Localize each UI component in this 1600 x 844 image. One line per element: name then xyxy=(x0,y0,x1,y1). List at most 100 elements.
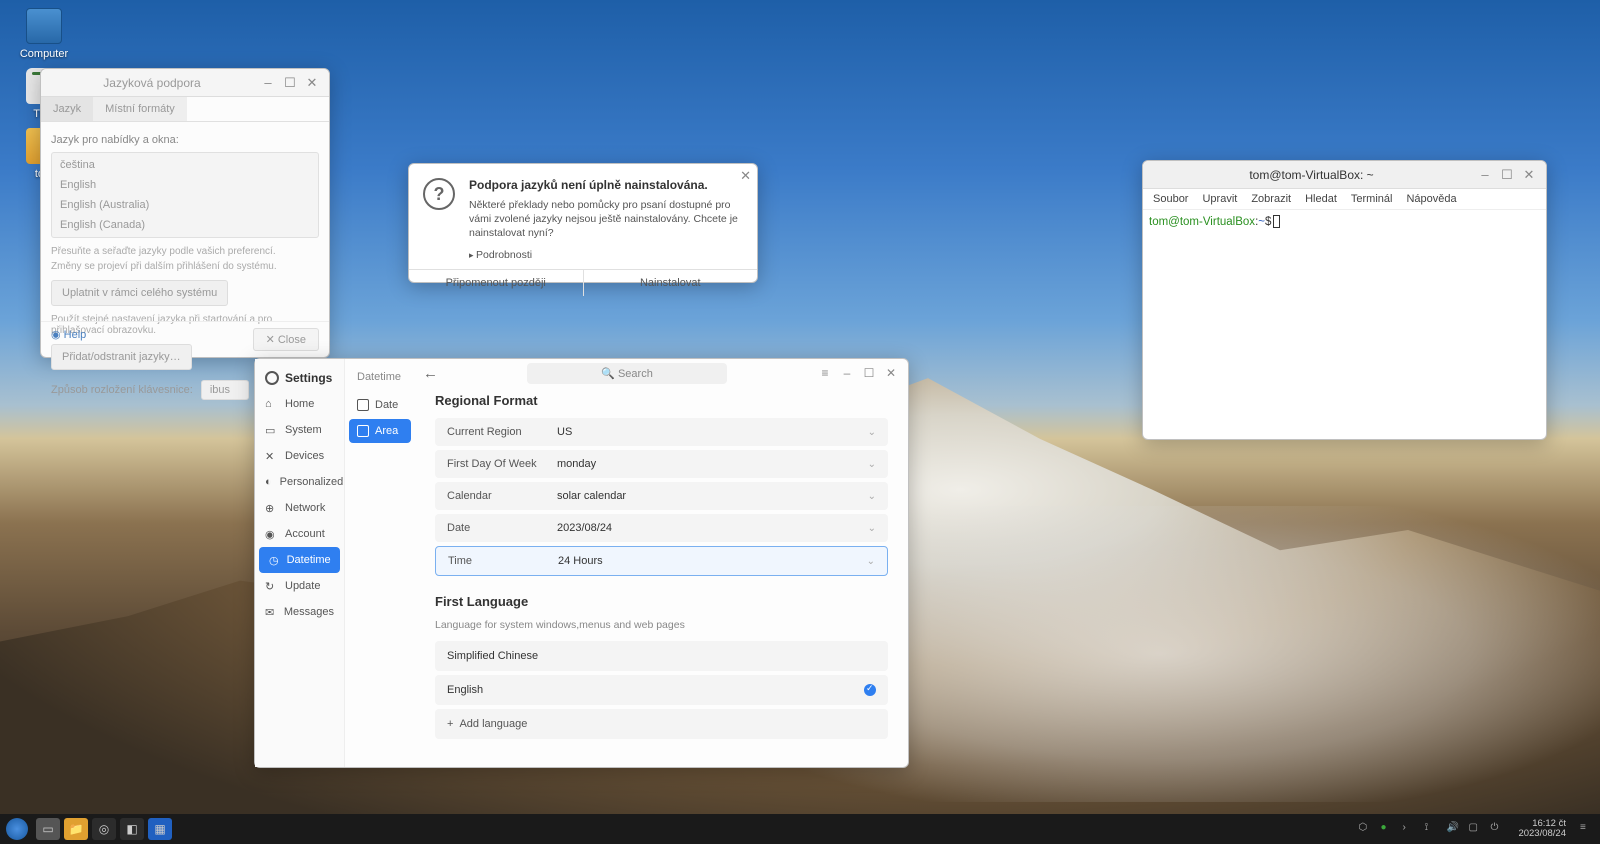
tray-icon[interactable]: ⬡ xyxy=(1358,822,1372,836)
minimize-button[interactable]: – xyxy=(257,72,279,94)
personalized-icon: ◐ xyxy=(265,476,272,488)
menu-help[interactable]: Nápověda xyxy=(1406,193,1456,205)
subsidebar-header: Datetime xyxy=(349,367,411,387)
update-icon: ↻ xyxy=(265,580,277,592)
language-item[interactable]: čeština xyxy=(52,155,318,175)
cursor xyxy=(1273,215,1280,228)
help-button[interactable]: ◉ Help xyxy=(51,328,86,351)
home-icon: ⌂ xyxy=(265,398,277,410)
close-button-footer[interactable]: ✕ Close xyxy=(253,328,319,351)
tray-network-icon[interactable]: ⟟ xyxy=(1424,822,1438,836)
taskbar-taskview[interactable]: ▭ xyxy=(36,818,60,840)
close-button[interactable]: ✕ xyxy=(882,366,900,380)
close-button[interactable]: ✕ xyxy=(1518,164,1540,186)
tray-show-desktop[interactable]: ≡ xyxy=(1580,822,1594,836)
menu-search[interactable]: Hledat xyxy=(1305,193,1337,205)
close-icon[interactable]: ✕ xyxy=(740,168,751,184)
subsidebar-item-date[interactable]: Date xyxy=(349,393,411,417)
window-title: Jazyková podpora xyxy=(47,76,257,90)
terminal-window: tom@tom-VirtualBox: ~ – ☐ ✕ Soubor Uprav… xyxy=(1142,160,1547,440)
current-region-row[interactable]: Current RegionUS⌄ xyxy=(435,418,888,446)
tray-volume-icon[interactable]: 🔊 xyxy=(1446,822,1460,836)
language-option-en[interactable]: English xyxy=(435,675,888,705)
remind-later-button[interactable]: Připomenout později xyxy=(409,270,583,296)
datetime-icon: ◷ xyxy=(269,554,279,566)
tab-regional-formats[interactable]: Místní formáty xyxy=(93,97,187,121)
menu-edit[interactable]: Upravit xyxy=(1202,193,1237,205)
menu-terminal[interactable]: Terminál xyxy=(1351,193,1393,205)
language-list[interactable]: čeština English English (Australia) Engl… xyxy=(51,152,319,238)
install-button[interactable]: Nainstalovat xyxy=(583,270,758,296)
date-row[interactable]: Date2023/08/24⌄ xyxy=(435,514,888,542)
system-icon: ▭ xyxy=(265,424,277,436)
calendar-icon xyxy=(357,399,369,411)
titlebar[interactable]: tom@tom-VirtualBox: ~ – ☐ ✕ xyxy=(1143,161,1546,189)
tray-notification-icon[interactable]: ▢ xyxy=(1468,822,1482,836)
settings-sidebar: Settings ⌂Home ▭System ✕Devices ◐Persona… xyxy=(255,359,345,767)
terminal-body[interactable]: tom@tom-VirtualBox:~$ xyxy=(1143,210,1546,232)
chevron-down-icon: ⌄ xyxy=(868,427,876,438)
dialog-text: Některé překlady nebo pomůcky pro psaní … xyxy=(469,198,743,241)
sidebar-item-personalized[interactable]: ◐Personalized xyxy=(255,469,344,495)
tray-icon[interactable]: ● xyxy=(1380,822,1394,836)
language-item[interactable]: English (Canada) xyxy=(52,215,318,235)
regional-format-title: Regional Format xyxy=(435,393,888,408)
clock-date: 2023/08/24 xyxy=(1518,829,1566,839)
sidebar-item-messages[interactable]: ✉Messages xyxy=(255,599,344,625)
settings-subsidebar: Datetime Date Area xyxy=(345,359,415,767)
maximize-button[interactable]: ☐ xyxy=(860,366,878,380)
sidebar-item-update[interactable]: ↻Update xyxy=(255,573,344,599)
language-support-window: Jazyková podpora – ☐ ✕ Jazyk Místní form… xyxy=(40,68,330,358)
sidebar-item-datetime[interactable]: ◷Datetime xyxy=(259,547,340,573)
sidebar-item-home[interactable]: ⌂Home xyxy=(255,391,344,417)
taskbar-app2[interactable]: ◧ xyxy=(120,818,144,840)
taskbar-app1[interactable]: ◎ xyxy=(92,818,116,840)
time-row[interactable]: Time24 Hours⌄ xyxy=(435,546,888,576)
titlebar[interactable]: Jazyková podpora – ☐ ✕ xyxy=(41,69,329,97)
tray-chevron-icon[interactable]: › xyxy=(1402,822,1416,836)
tab-language[interactable]: Jazyk xyxy=(41,97,93,121)
maximize-button[interactable]: ☐ xyxy=(1496,164,1518,186)
subsidebar-item-area[interactable]: Area xyxy=(349,419,411,443)
language-item[interactable]: English xyxy=(52,175,318,195)
sidebar-item-account[interactable]: ◉Account xyxy=(255,521,344,547)
language-item[interactable]: English (Australia) xyxy=(52,195,318,215)
close-button[interactable]: ✕ xyxy=(301,72,323,94)
start-button[interactable] xyxy=(6,818,28,840)
menu-file[interactable]: Soubor xyxy=(1153,193,1188,205)
taskbar-app3[interactable]: ▦ xyxy=(148,818,172,840)
first-day-row[interactable]: First Day Of Weekmonday⌄ xyxy=(435,450,888,478)
settings-content: ← 🔍 Search ≡ – ☐ ✕ Regional Format Curre… xyxy=(415,359,908,767)
dialog-title: Podpora jazyků není úplně nainstalována. xyxy=(469,178,743,192)
apply-systemwide-button[interactable]: Uplatnit v rámci celého systému xyxy=(51,280,228,306)
language-option-zh[interactable]: Simplified Chinese xyxy=(435,641,888,671)
maximize-button[interactable]: ☐ xyxy=(279,72,301,94)
chevron-down-icon: ⌄ xyxy=(868,491,876,502)
details-expander[interactable]: Podrobnosti xyxy=(409,245,757,265)
add-language-button[interactable]: +Add language xyxy=(435,709,888,739)
terminal-menubar: Soubor Upravit Zobrazit Hledat Terminál … xyxy=(1143,189,1546,210)
plus-icon: + xyxy=(447,718,453,730)
taskbar-clock[interactable]: 16:12 čt 2023/08/24 xyxy=(1518,819,1566,840)
desktop-icon-computer[interactable]: Computer xyxy=(14,8,74,60)
question-icon: ? xyxy=(423,178,455,210)
back-button[interactable]: ← xyxy=(423,365,438,382)
devices-icon: ✕ xyxy=(265,450,277,462)
search-input[interactable]: 🔍 Search xyxy=(527,363,727,384)
taskbar-files[interactable]: 📁 xyxy=(64,818,88,840)
first-language-subtitle: Language for system windows,menus and we… xyxy=(435,619,888,631)
sidebar-item-system[interactable]: ▭System xyxy=(255,417,344,443)
menu-view[interactable]: Zobrazit xyxy=(1251,193,1291,205)
account-icon: ◉ xyxy=(265,528,277,540)
menu-button[interactable]: ≡ xyxy=(816,366,834,380)
desktop-label: Computer xyxy=(20,48,68,60)
sidebar-item-network[interactable]: ⊕Network xyxy=(255,495,344,521)
minimize-button[interactable]: – xyxy=(1474,164,1496,186)
tray-power-icon[interactable]: ⏻ xyxy=(1490,822,1504,836)
calendar-row[interactable]: Calendarsolar calendar⌄ xyxy=(435,482,888,510)
sidebar-item-devices[interactable]: ✕Devices xyxy=(255,443,344,469)
keyboard-method-select[interactable]: ibus xyxy=(201,380,249,400)
minimize-button[interactable]: – xyxy=(838,366,856,380)
window-title: tom@tom-VirtualBox: ~ xyxy=(1149,168,1474,182)
prompt-user: tom@tom-VirtualBox xyxy=(1149,216,1255,228)
